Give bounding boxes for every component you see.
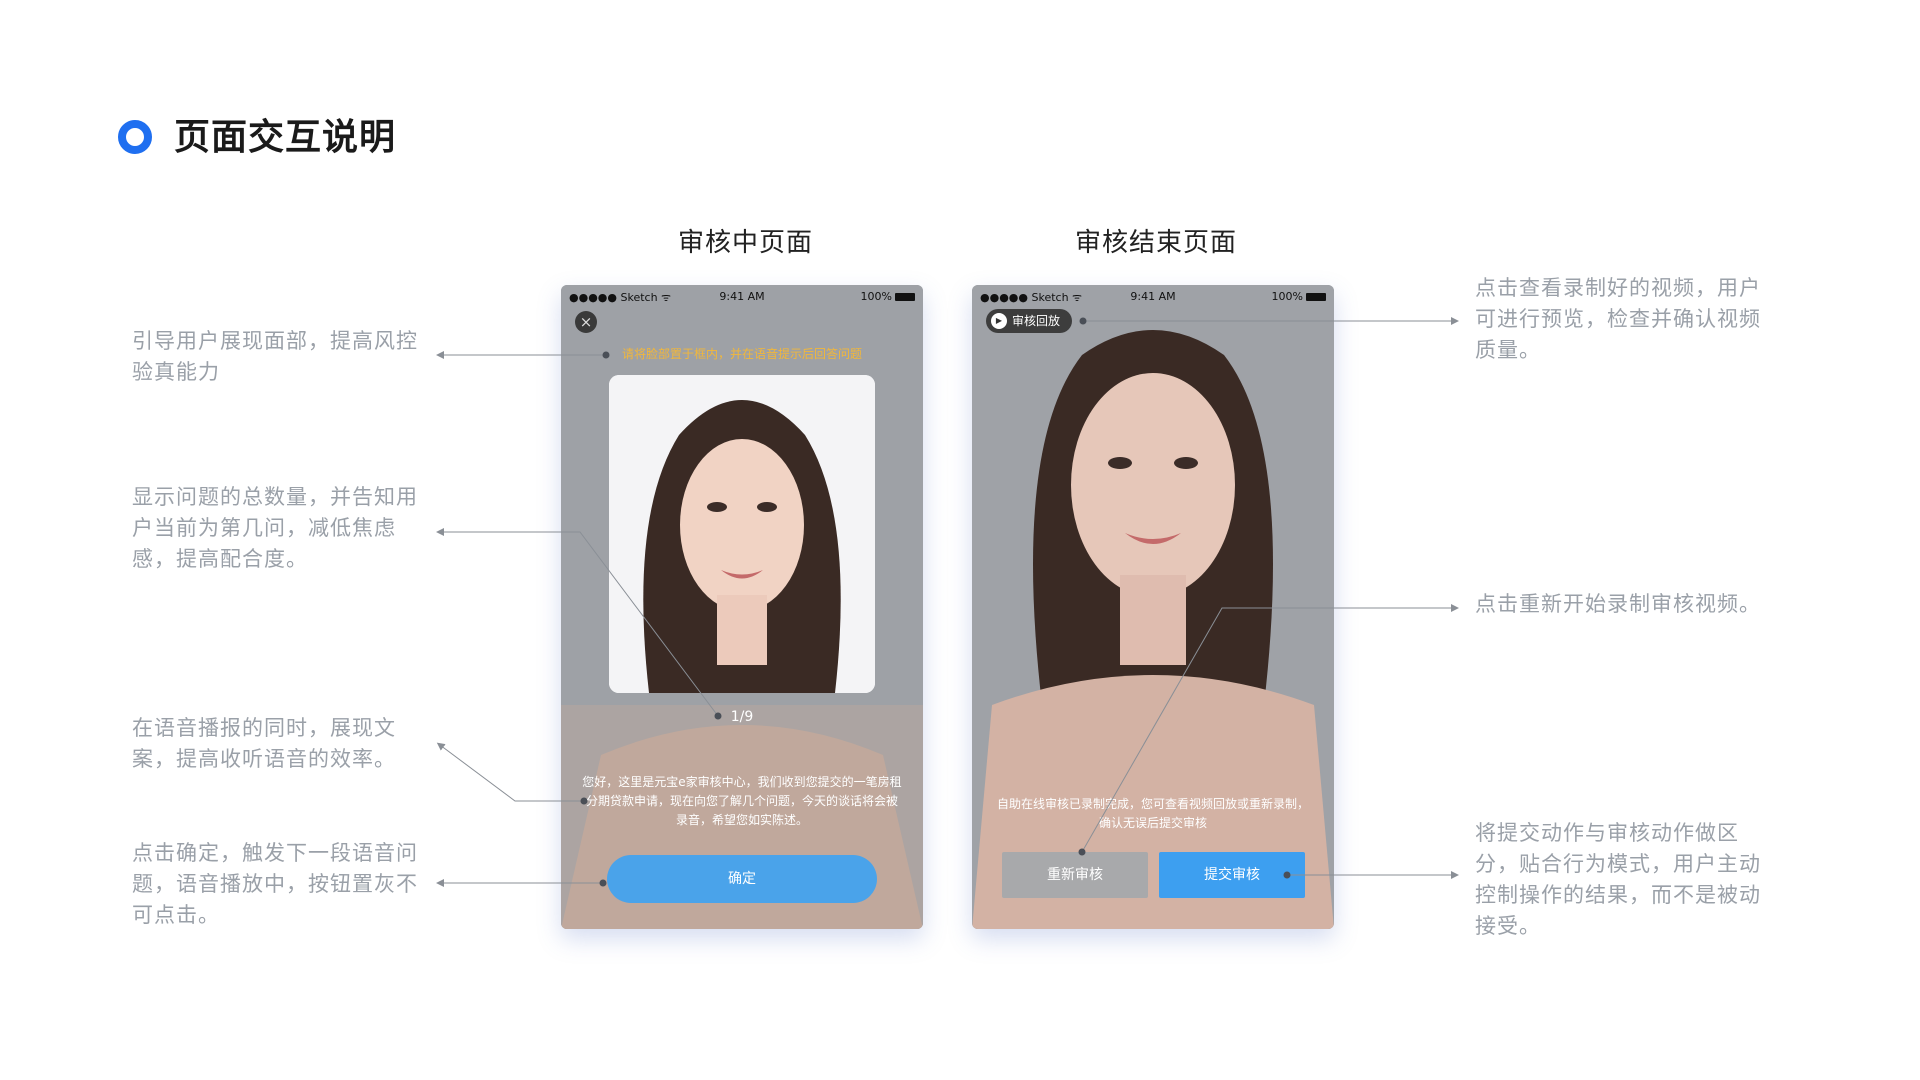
face-portrait	[609, 375, 875, 693]
note-submit: 将提交动作与审核动作做区分，贴合行为模式，用户主动控制操作的结果，而不是被动接受…	[1475, 821, 1761, 938]
battery-status: 100%	[1272, 290, 1326, 303]
voice-prompt-text: 您好，这里是元宝e家审核中心，我们收到您提交的一笔房租分期贷款申请，现在向您了解…	[582, 775, 902, 827]
close-icon[interactable]: ×	[575, 311, 597, 333]
status-bar: ●●●●● Sketch ᯤ 9:41 AM 100%	[561, 285, 923, 307]
battery-status: 100%	[861, 290, 915, 303]
battery-percent: 100%	[860, 290, 892, 303]
phone-ended: ●●●●● Sketch ᯤ 9:41 AM 100% ▶ 审核回放 自助在线审…	[972, 285, 1334, 929]
replay-button[interactable]: ▶ 审核回放	[986, 309, 1072, 333]
battery-icon	[1306, 293, 1326, 301]
note-voice-text: 在语音播报的同时，展现文案，提高收听语音的效率。	[132, 716, 396, 771]
phone-reviewing: ●●●●● Sketch ᯤ 9:41 AM 100% × 请将脸部置于框内，并…	[561, 285, 923, 929]
note-replay: 点击查看录制好的视频，用户可进行预览，检查并确认视频质量。	[1475, 276, 1761, 362]
section-title-reviewing: 审核中页面	[678, 228, 814, 258]
note-face-guide: 引导用户展现面部，提高风控验真能力	[132, 329, 418, 384]
status-bar: ●●●●● Sketch ᯤ 9:41 AM 100%	[972, 285, 1334, 307]
confirm-button[interactable]: 确定	[607, 855, 877, 903]
redo-review-button[interactable]: 重新审核	[1002, 852, 1148, 898]
note-question-count: 显示问题的总数量，并告知用户当前为第几问，减低焦虑感，提高配合度。	[132, 485, 418, 571]
submit-review-button[interactable]: 提交审核	[1159, 852, 1305, 898]
page-title: 页面交互说明	[174, 117, 397, 158]
battery-icon	[895, 293, 915, 301]
section-title-ended: 审核结束页面	[1075, 228, 1238, 258]
note-redo: 点击重新开始录制审核视频。	[1475, 592, 1761, 616]
title-bullet-icon	[118, 120, 152, 154]
question-counter: 1/9	[730, 709, 754, 725]
note-confirm: 点击确定，触发下一段语音问题，语音播放中，按钮置灰不可点击。	[132, 841, 418, 927]
face-capture-frame	[609, 375, 875, 693]
recording-complete-text: 自助在线审核已录制完成，您可查看视频回放或重新录制，确认无误后提交审核	[996, 797, 1309, 830]
face-position-hint: 请将脸部置于框内，并在语音提示后回答问题	[621, 347, 862, 361]
battery-percent: 100%	[1271, 290, 1303, 303]
play-icon: ▶	[991, 313, 1007, 329]
replay-label: 审核回放	[1012, 314, 1061, 328]
